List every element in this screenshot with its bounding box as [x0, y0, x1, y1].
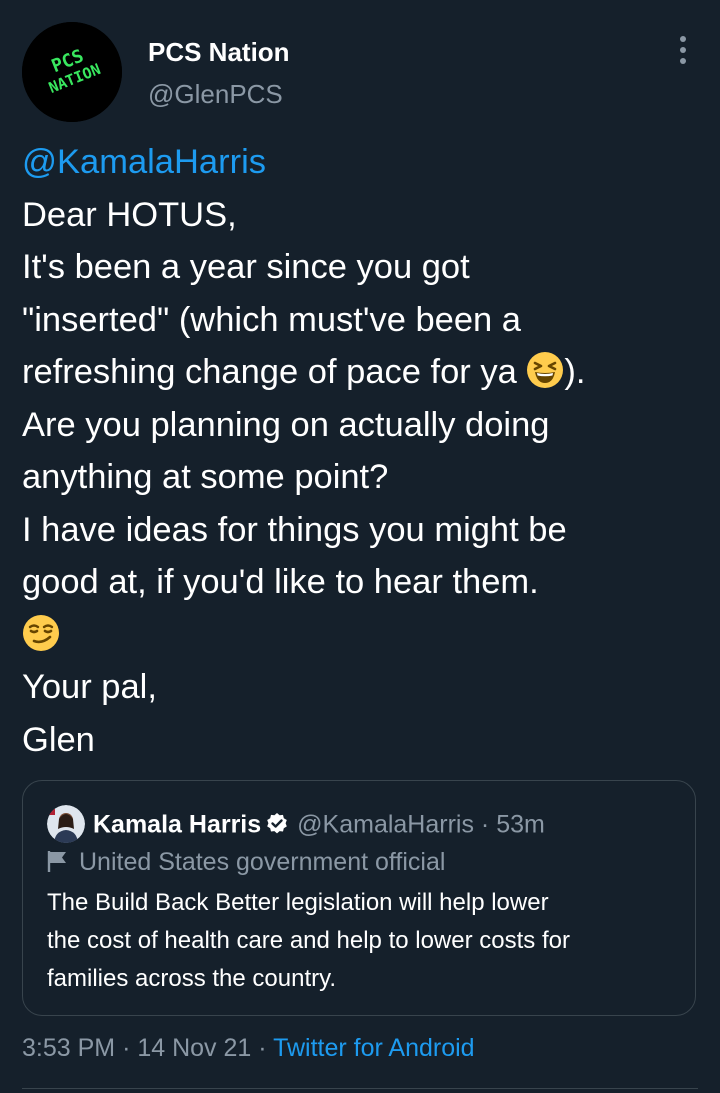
tweet-line: Your pal,: [22, 668, 157, 706]
quoted-tweet-text: The Build Back Better legislation will h…: [47, 884, 677, 998]
tweet-header: PCS NATION PCS Nation @GlenPCS: [22, 22, 698, 122]
quoted-author-avatar[interactable]: [47, 805, 85, 844]
meta-separator: ·: [122, 1034, 131, 1062]
flag-icon: [47, 849, 69, 873]
author-handle[interactable]: @GlenPCS: [148, 78, 290, 110]
tweet-line: ).: [564, 353, 586, 391]
tweet-line: "inserted" (which must've been a: [22, 300, 521, 339]
tweet-line: Dear HOTUS,: [22, 195, 237, 234]
separator-dot: ·: [480, 810, 490, 839]
government-label-text: United States government official: [79, 848, 446, 876]
tweet-line: It's been a year since you got: [22, 248, 470, 286]
tweet-meta: 3:53 PM · 14 Nov 21 · Twitter for Androi…: [22, 1030, 475, 1066]
mention-link[interactable]: @KamalaHarris: [22, 143, 266, 181]
government-label[interactable]: United States government official: [47, 845, 445, 879]
quoted-display-name[interactable]: Kamala Harris: [93, 810, 261, 838]
tweet-line: I have ideas for things you might be: [22, 510, 567, 549]
tweet-date[interactable]: 14 Nov 21: [137, 1034, 251, 1062]
quoted-text-line: The Build Back Better legislation will h…: [47, 889, 549, 916]
tweet-source-link[interactable]: Twitter for Android: [273, 1034, 474, 1062]
tweet-line: refreshing change of pace for ya: [22, 353, 527, 391]
divider: [22, 1088, 698, 1089]
laughing-face-icon: [526, 351, 564, 389]
meta-separator: ·: [258, 1034, 267, 1062]
quoted-text-line: the cost of health care and help to lowe…: [47, 927, 570, 954]
author-info: PCS Nation @GlenPCS: [148, 36, 290, 110]
quoted-handle[interactable]: @KamalaHarris: [297, 810, 474, 838]
quoted-timestamp[interactable]: 53m: [496, 810, 545, 838]
more-options-icon[interactable]: [676, 36, 690, 76]
quoted-tweet-card[interactable]: Kamala Harris @KamalaHarris · 53m United …: [22, 780, 696, 1016]
tweet-time[interactable]: 3:53 PM: [22, 1034, 115, 1062]
tweet-line: good at, if you'd like to hear them.: [22, 563, 539, 601]
tweet-text: @KamalaHarris Dear HOTUS, It's been a ye…: [22, 136, 702, 766]
author-display-name[interactable]: PCS Nation: [148, 36, 290, 68]
tweet-line: Are you planning on actually doing: [22, 405, 550, 444]
smirking-face-icon: [22, 614, 60, 652]
author-avatar[interactable]: PCS NATION: [22, 22, 122, 122]
avatar-logo-graphic: PCS NATION: [22, 22, 122, 122]
verified-badge-icon: [265, 812, 289, 836]
tweet-line: Glen: [22, 720, 95, 759]
quoted-tweet-header: Kamala Harris @KamalaHarris · 53m: [47, 803, 545, 844]
tweet-line: anything at some point?: [22, 458, 389, 496]
quoted-text-line: families across the country.: [47, 965, 336, 992]
